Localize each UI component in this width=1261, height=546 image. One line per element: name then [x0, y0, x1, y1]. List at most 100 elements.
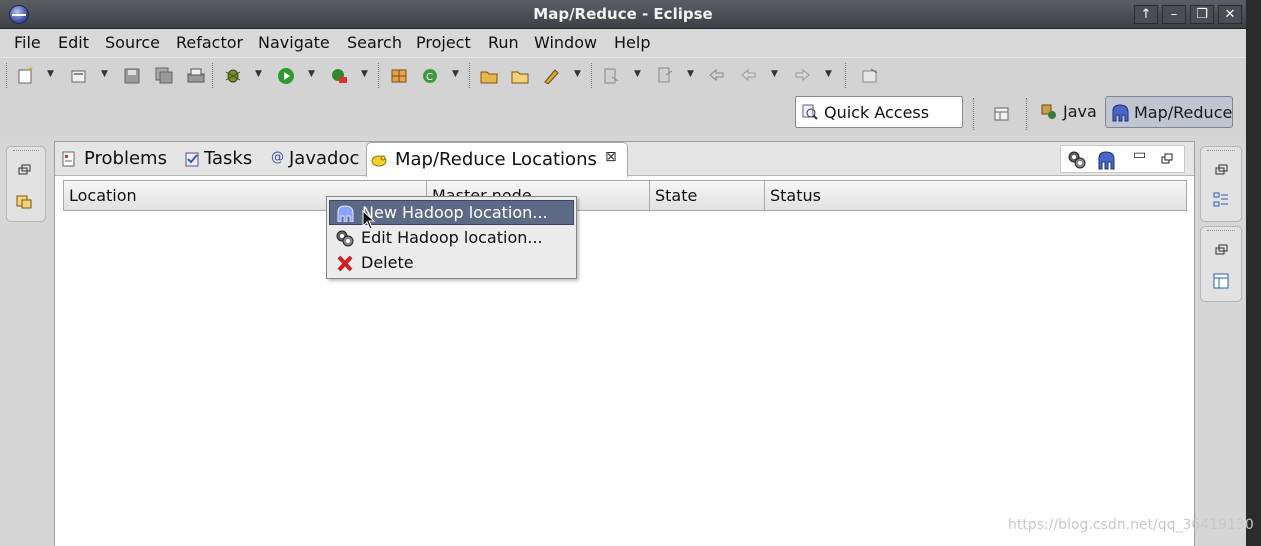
title-bar: Map/Reduce - Eclipse ↑ – ❐ ✕ — [0, 0, 1246, 29]
menu-window[interactable]: Window — [534, 33, 597, 52]
right-minimized-stack-top — [1200, 146, 1242, 222]
view-actions-toolbar: ▭ — [1060, 145, 1185, 173]
new-java-class-icon[interactable]: C — [421, 67, 439, 84]
bottom-view-panel: Problems Tasks @ Javadoc Map/Reduce Loca… — [54, 141, 1195, 546]
toolbar-separator — [469, 63, 472, 88]
package-explorer-icon[interactable] — [16, 193, 32, 209]
save-icon[interactable] — [123, 67, 141, 84]
elephant-icon — [1112, 104, 1129, 122]
menu-help[interactable]: Help — [614, 33, 650, 52]
restore-icon[interactable] — [1213, 162, 1229, 178]
gears-icon[interactable] — [1067, 150, 1087, 170]
perspective-mapreduce-button[interactable]: Map/Reduce — [1105, 96, 1233, 128]
next-annotation-dropdown-icon[interactable]: ▼ — [634, 69, 641, 79]
tab-problems-label: Problems — [84, 148, 167, 169]
column-location-label: Location — [69, 186, 137, 205]
menu-run[interactable]: Run — [488, 33, 519, 52]
back-icon[interactable] — [740, 67, 758, 84]
toolbar-separator — [591, 63, 594, 88]
new-java-package-icon[interactable] — [390, 67, 408, 84]
open-type-icon[interactable] — [480, 67, 498, 84]
open-resource-icon[interactable] — [511, 67, 529, 84]
quick-access-label: Quick Access — [824, 103, 930, 122]
maximize-view-icon[interactable] — [1161, 153, 1174, 166]
trim-grip — [13, 150, 39, 151]
debug-icon[interactable] — [224, 67, 242, 84]
gears-icon — [336, 230, 354, 247]
new-dropdown-icon[interactable]: ▼ — [47, 69, 54, 79]
hadoop-icon — [371, 155, 387, 167]
external-tools-icon[interactable] — [330, 67, 348, 84]
save-all-icon[interactable] — [155, 67, 173, 84]
menu-item-delete[interactable]: Delete — [329, 251, 574, 276]
close-tab-icon[interactable]: ⊠ — [605, 149, 617, 165]
new-project-icon[interactable] — [70, 67, 88, 84]
menu-search[interactable]: Search — [347, 33, 402, 52]
menu-item-label: New Hadoop location... — [362, 203, 548, 222]
forward-icon[interactable] — [793, 67, 811, 84]
menu-edit[interactable]: Edit — [58, 33, 89, 52]
at-icon: @ — [271, 150, 284, 165]
search-pencil-icon[interactable] — [542, 67, 560, 84]
tasks-icon — [185, 152, 199, 167]
column-header-status[interactable]: Status — [764, 180, 1187, 211]
menu-item-label: Edit Hadoop location... — [361, 228, 543, 247]
column-state-label: State — [655, 186, 698, 205]
tab-problems[interactable]: Problems — [55, 142, 175, 176]
perspective-java-label: Java — [1063, 102, 1097, 121]
menu-source[interactable]: Source — [105, 33, 160, 52]
window-title: Map/Reduce - Eclipse — [533, 5, 713, 23]
restore-icon[interactable] — [16, 162, 32, 178]
back-dropdown-icon[interactable]: ▼ — [771, 69, 778, 79]
toolbar-separator — [378, 63, 381, 88]
open-perspective-icon[interactable] — [993, 105, 1011, 122]
mouse-pointer-icon — [362, 210, 376, 230]
tab-javadoc[interactable]: @ Javadoc — [265, 142, 365, 176]
quick-access-field[interactable]: Quick Access — [795, 96, 963, 128]
previous-annotation-dropdown-icon[interactable]: ▼ — [687, 69, 694, 79]
tab-mapreduce-locations[interactable]: Map/Reduce Locations ⊠ — [366, 142, 628, 177]
print-icon[interactable] — [187, 67, 205, 84]
tab-tasks-label: Tasks — [204, 148, 253, 169]
problems-icon — [62, 151, 75, 167]
restore-button[interactable]: ❐ — [1190, 5, 1214, 24]
restore-icon[interactable] — [1213, 242, 1229, 258]
left-minimized-stack — [6, 146, 46, 222]
menu-file[interactable]: File — [14, 33, 41, 52]
perspective-java-button[interactable]: Java — [1036, 96, 1102, 128]
menu-project[interactable]: Project — [416, 33, 471, 52]
outline-icon[interactable] — [1213, 192, 1229, 208]
run-dropdown-icon[interactable]: ▼ — [308, 69, 315, 79]
debug-dropdown-icon[interactable]: ▼ — [255, 69, 262, 79]
new-file-icon[interactable] — [17, 67, 35, 84]
menu-refactor[interactable]: Refactor — [176, 33, 243, 52]
task-list-icon[interactable] — [1213, 273, 1229, 289]
run-icon[interactable] — [277, 67, 295, 84]
toolbar-grip — [6, 63, 9, 88]
new-class-dropdown-icon[interactable]: ▼ — [452, 69, 459, 79]
search-dropdown-icon[interactable]: ▼ — [574, 69, 581, 79]
menu-item-label: Delete — [361, 253, 414, 272]
new-project-dropdown-icon[interactable]: ▼ — [101, 69, 108, 79]
watermark: https://blog.csdn.net/qq_36419130 — [1008, 517, 1254, 533]
tab-javadoc-label: Javadoc — [289, 148, 360, 169]
locations-table-header: Location Master node State Status — [63, 180, 1187, 211]
external-tools-dropdown-icon[interactable]: ▼ — [361, 69, 368, 79]
keep-above-button[interactable]: ↑ — [1134, 5, 1158, 24]
trim-grip — [1207, 230, 1235, 231]
menu-navigate[interactable]: Navigate — [258, 33, 330, 52]
minimize-button[interactable]: – — [1162, 5, 1186, 24]
forward-dropdown-icon[interactable]: ▼ — [825, 69, 832, 79]
minimize-view-icon[interactable]: ▭ — [1133, 147, 1146, 163]
elephant-icon[interactable] — [1097, 150, 1117, 170]
column-header-state[interactable]: State — [649, 180, 765, 211]
next-annotation-icon[interactable] — [602, 67, 620, 84]
red-x-icon — [337, 255, 353, 272]
last-edit-location-icon[interactable] — [708, 67, 726, 84]
toolbar-separator — [212, 63, 215, 88]
pin-editor-icon[interactable] — [861, 67, 879, 84]
tab-mapreduce-locations-label: Map/Reduce Locations — [395, 149, 597, 170]
close-button[interactable]: ✕ — [1218, 5, 1242, 24]
tab-tasks[interactable]: Tasks — [178, 142, 263, 176]
previous-annotation-icon[interactable] — [656, 67, 674, 84]
